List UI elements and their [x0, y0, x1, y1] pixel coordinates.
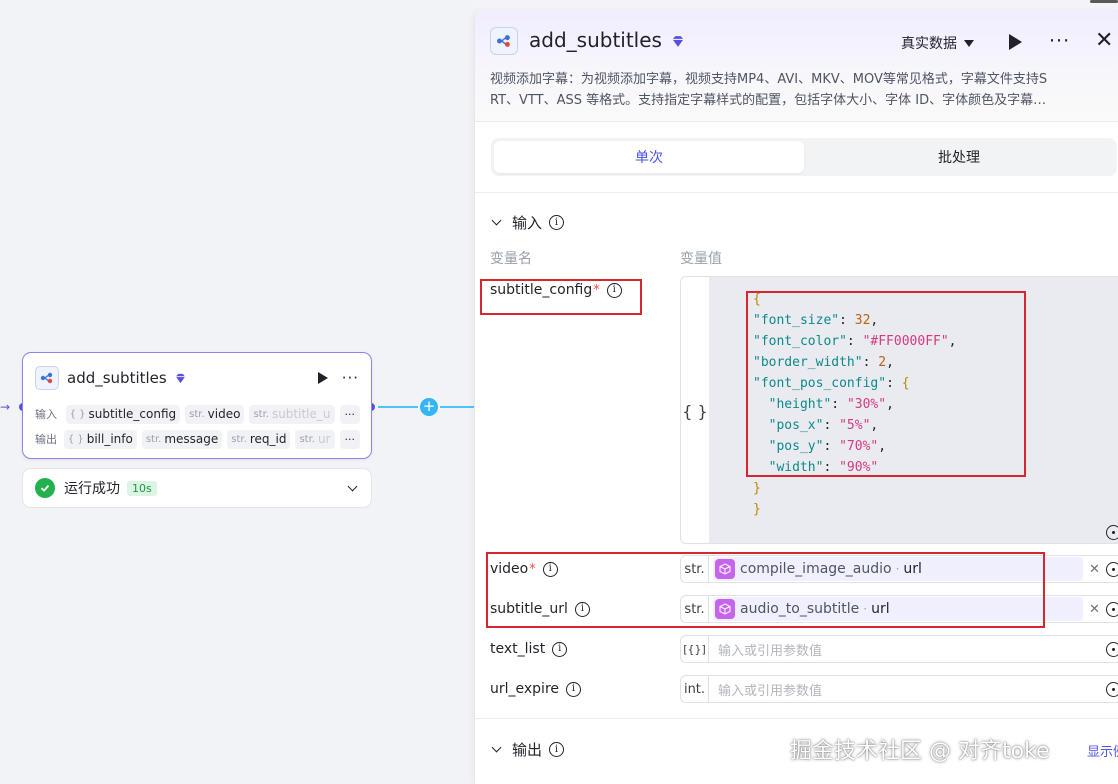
text-list-placeholder: 输入或引用参数值 [718, 643, 823, 659]
caret-down-icon [964, 39, 974, 47]
check-circle-icon [35, 478, 55, 498]
subtitle-url-reference-chip[interactable]: audio_to_subtitle · url [713, 597, 1083, 621]
plugin-icon [35, 366, 59, 390]
run-time-badge: 10s [127, 480, 157, 496]
node-test-panel: add_subtitles 真实数据 ··· ✕ 视频添加字幕：为视频添加字幕，… [474, 10, 1118, 784]
chevron-down-icon [491, 215, 502, 226]
chevron-down-icon [491, 742, 502, 753]
input-chip: str. video [185, 404, 245, 424]
more-icon[interactable]: ··· [1049, 30, 1070, 52]
panel-title: add_subtitles [529, 28, 662, 52]
tab-batch[interactable]: 批处理 [804, 141, 1114, 173]
json-type-indicator: { } [682, 401, 708, 421]
expand-icon[interactable] [1106, 682, 1118, 697]
output-chip: { } bill_info [63, 429, 137, 449]
column-header-name: 变量名 [490, 251, 532, 267]
chevron-down-icon[interactable] [347, 481, 358, 491]
outputs-more-icon[interactable]: ··· [339, 429, 360, 449]
column-header-value: 变量值 [680, 251, 722, 267]
output-chip: str. req_id [227, 429, 291, 449]
var-text-list-label: text_list i [490, 641, 568, 657]
cube-icon [715, 559, 735, 579]
incoming-edge-arrow-icon: → [0, 400, 11, 414]
type-indicator: int. [681, 676, 709, 702]
add-subtitles-node[interactable]: add_subtitles ··· 输入 { } subtitle_config … [22, 352, 372, 459]
divider [475, 718, 1118, 719]
run-status-text: 运行成功 [64, 481, 120, 497]
info-icon[interactable]: i [542, 561, 558, 577]
watermark-text: 掘金技术社区 @ 对齐toke [790, 739, 1050, 764]
input-section-header[interactable]: 输入 i [490, 212, 565, 233]
input-chip: str. subtitle_u [249, 404, 335, 424]
panel-description: 视频添加字幕：为视频添加字幕，视频支持MP4、AVI、MKV、MOV等常见格式，… [490, 72, 1048, 108]
tab-single[interactable]: 单次 [494, 141, 804, 173]
run-node-play-icon[interactable] [317, 372, 328, 384]
expand-icon[interactable] [1106, 602, 1118, 617]
var-url-expire-label: url_expire i [490, 681, 582, 697]
data-mode-dropdown[interactable]: 真实数据 [901, 33, 974, 53]
divider [475, 192, 1118, 193]
json-code: { "font_size": 32, "font_color": "#FF000… [753, 292, 957, 517]
info-icon[interactable]: i [549, 742, 565, 757]
node-title: add_subtitles [67, 369, 167, 387]
type-indicator: str. [681, 556, 709, 582]
cube-icon [715, 599, 735, 619]
close-icon[interactable]: ✕ [1095, 30, 1113, 52]
video-field[interactable]: str. compile_image_audio · url ✕ [680, 555, 1118, 583]
type-indicator: [{}] [681, 636, 709, 662]
info-icon[interactable]: i [606, 282, 622, 298]
panel-header: add_subtitles 真实数据 ··· ✕ 视频添加字幕：为视频添加字幕，… [475, 10, 1118, 122]
clear-icon[interactable]: ✕ [1089, 602, 1100, 617]
gem-icon [175, 373, 185, 383]
run-mode-tabs: 单次 批处理 [491, 138, 1117, 176]
subtitle-url-field[interactable]: str. audio_to_subtitle · url ✕ [680, 595, 1118, 623]
video-reference-chip[interactable]: compile_image_audio · url [713, 557, 1083, 581]
var-subtitle-config-label: subtitle_config * i [490, 282, 622, 298]
var-video-label: video * i [490, 561, 558, 577]
run-status-bar[interactable]: 运行成功 10s [22, 468, 372, 508]
type-indicator: str. [681, 596, 709, 622]
edge-line-continued [440, 406, 474, 408]
expand-icon[interactable] [1106, 562, 1118, 577]
url-expire-placeholder: 输入或引用参数值 [718, 683, 823, 699]
info-icon[interactable]: i [566, 681, 582, 697]
subtitle-config-json-editor[interactable]: { } { "font_size": 32, "font_color": "#F… [680, 276, 1118, 544]
url-expire-field[interactable]: int. 输入或引用参数值 [680, 675, 1118, 703]
show-example-link[interactable]: 显示例 [1087, 741, 1118, 760]
output-chip: str. ur [295, 429, 335, 449]
workflow-canvas[interactable]: → + add_subtitles ··· 输入 { } subtitle_con… [0, 0, 474, 784]
output-section-header[interactable]: 输出 i [490, 739, 565, 760]
run-play-icon[interactable] [1009, 34, 1022, 50]
var-subtitle-url-label: subtitle_url i [490, 601, 590, 617]
plugin-icon [490, 27, 518, 55]
gem-icon [672, 36, 684, 47]
clear-icon[interactable]: ✕ [1089, 562, 1100, 577]
window-edge [1090, 0, 1118, 3]
text-list-field[interactable]: [{}] 输入或引用参数值 [680, 635, 1118, 663]
inputs-more-icon[interactable]: ··· [339, 404, 360, 424]
input-chip: { } subtitle_config [65, 404, 181, 424]
node-more-icon[interactable]: ··· [342, 370, 359, 386]
expand-icon[interactable] [1106, 642, 1118, 657]
node-inputs-row: 输入 { } subtitle_config str. video str. subt… [35, 404, 365, 424]
expand-icon[interactable] [1106, 525, 1118, 540]
info-icon[interactable]: i [549, 215, 565, 230]
add-node-plus-icon[interactable]: + [420, 398, 438, 416]
node-outputs-row: 输出 { } bill_info str. message str. req_id s… [35, 429, 365, 449]
edge-line [378, 406, 418, 408]
json-code-area[interactable]: { "font_size": 32, "font_color": "#FF000… [709, 277, 1118, 543]
info-icon[interactable]: i [574, 601, 590, 617]
output-chip: str. message [141, 429, 223, 449]
info-icon[interactable]: i [552, 641, 568, 657]
